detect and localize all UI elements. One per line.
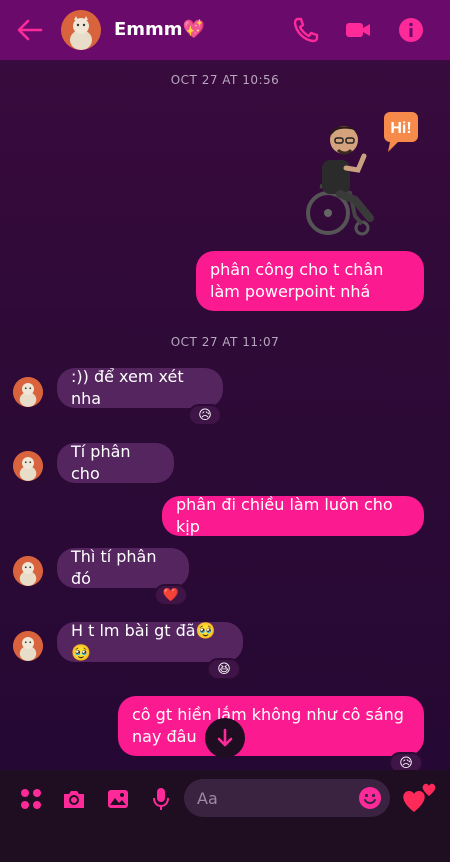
heart-icon[interactable]: [402, 778, 440, 814]
avatar-image: [13, 451, 43, 481]
chat-header: Emmm💖: [0, 0, 450, 60]
reaction-badge[interactable]: 😆: [207, 658, 241, 680]
avatar-image: [61, 10, 101, 50]
video-camera-icon[interactable]: [344, 16, 372, 44]
message-input-placeholder: Aa: [197, 789, 218, 808]
message-bubble-incoming[interactable]: :)) để xem xét nha: [57, 367, 223, 408]
message-bubble-incoming[interactable]: Thì tí phân đó: [57, 547, 189, 588]
sender-avatar[interactable]: [13, 377, 43, 407]
contact-name[interactable]: Emmm💖: [114, 19, 205, 40]
phone-icon[interactable]: [292, 16, 320, 44]
back-arrow-icon[interactable]: [14, 16, 44, 44]
reaction-badge[interactable]: ❤️: [154, 584, 188, 606]
timestamp: OCT 27 AT 10:56: [170, 73, 280, 87]
avatar-image: [13, 377, 43, 407]
message-input[interactable]: Aa: [184, 779, 390, 817]
contact-avatar[interactable]: [61, 10, 101, 50]
scroll-to-bottom-button[interactable]: [205, 718, 245, 758]
sticker-badge: Hi!: [390, 120, 411, 137]
emoji-icon[interactable]: [358, 786, 382, 810]
info-icon[interactable]: [397, 16, 425, 44]
timestamp: OCT 27 AT 11:07: [170, 335, 280, 349]
avatar-sticker-image: Hi!: [306, 112, 418, 236]
sender-avatar[interactable]: [13, 556, 43, 586]
message-bubble-outgoing[interactable]: phân đi chiều làm luôn cho kịp: [162, 495, 424, 536]
camera-icon[interactable]: [61, 786, 87, 812]
sender-avatar[interactable]: [13, 451, 43, 481]
reaction-badge[interactable]: 😥: [188, 404, 222, 426]
microphone-icon[interactable]: [148, 786, 174, 812]
sender-avatar[interactable]: [13, 631, 43, 661]
avatar-image: [13, 556, 43, 586]
message-bubble-incoming[interactable]: Tí phân cho: [57, 442, 174, 483]
more-apps-icon[interactable]: [18, 786, 44, 812]
message-bubble-outgoing[interactable]: phân công cho t chân làm powerpoint nhá: [196, 251, 424, 311]
gallery-icon[interactable]: [105, 786, 131, 812]
arrow-down-icon: [217, 728, 233, 747]
sticker[interactable]: Hi!: [300, 108, 425, 240]
message-bubble-incoming[interactable]: H t lm bài gt đã🥹🥹: [57, 621, 243, 662]
avatar-image: [13, 631, 43, 661]
message-bubble-outgoing[interactable]: cô gt hiền lắm không như cô sáng nay đâu: [118, 696, 424, 756]
